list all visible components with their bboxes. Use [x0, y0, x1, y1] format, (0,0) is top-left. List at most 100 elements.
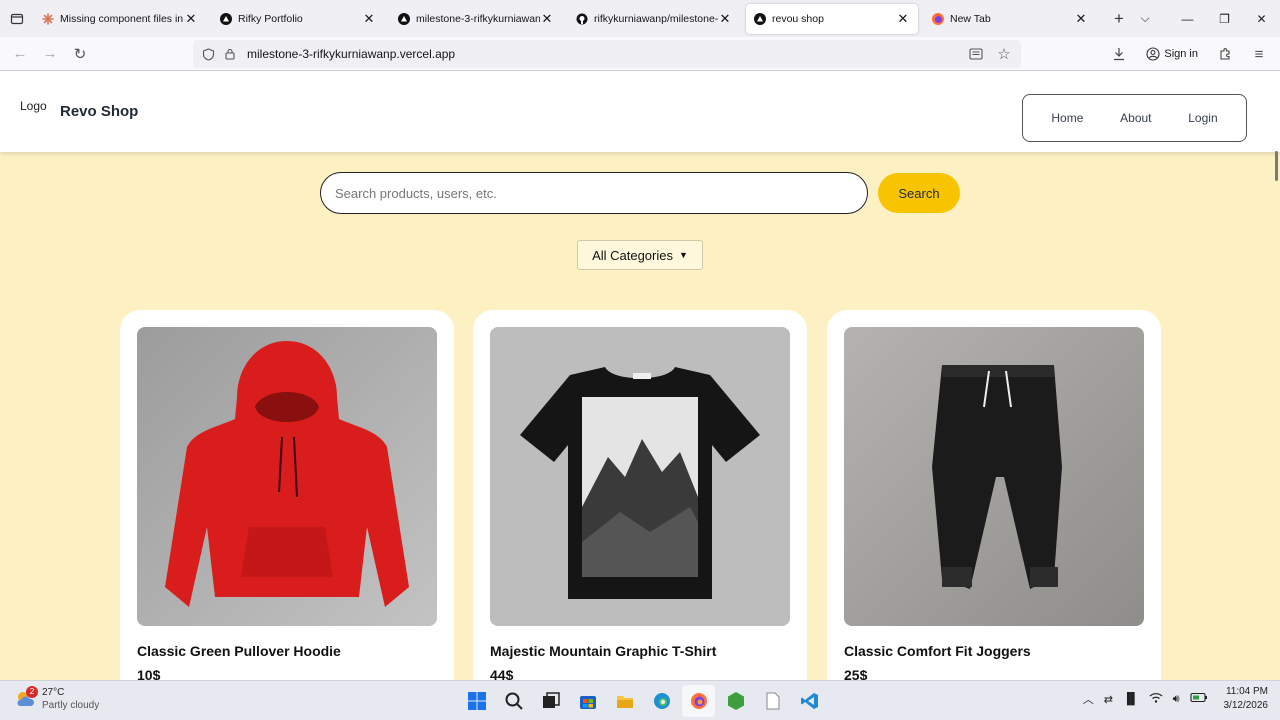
partly-cloudy-icon: 2	[14, 686, 38, 710]
new-tab-button[interactable]: +	[1106, 9, 1132, 29]
chevron-down-icon: ▼	[679, 250, 688, 260]
close-icon[interactable]: ✕	[896, 11, 910, 26]
product-title[interactable]: Majestic Mountain Graphic T-Shirt	[490, 643, 716, 659]
lock-icon[interactable]	[219, 43, 241, 65]
chevron-up-icon[interactable]: ︿	[1083, 691, 1094, 707]
product-title[interactable]: Classic Green Pullover Hoodie	[137, 643, 341, 659]
category-selected-label: All Categories	[592, 247, 673, 263]
close-window-icon[interactable]: ✕	[1243, 0, 1280, 37]
product-card[interactable]: Classic Green Pullover Hoodie 10$	[120, 310, 454, 680]
tab-title: Rifky Portfolio	[238, 12, 303, 25]
tab-3[interactable]: rifkykurniawanp/milestone-3 ✕	[568, 4, 740, 34]
close-icon[interactable]: ✕	[540, 11, 554, 26]
brand-name[interactable]: Revo Shop	[60, 103, 138, 120]
window-controls: — ❐ ✕	[1169, 0, 1280, 37]
tab-title: Missing component files in	[60, 12, 184, 25]
claude-asterisk-icon	[42, 12, 54, 25]
search-input[interactable]	[320, 172, 868, 214]
reader-view-icon[interactable]	[965, 43, 987, 65]
windows-start-icon[interactable]	[460, 685, 493, 717]
restore-icon[interactable]: ❐	[1206, 0, 1243, 37]
github-icon	[576, 13, 588, 25]
microsoft-store-icon[interactable]	[571, 685, 604, 717]
shield-icon[interactable]	[197, 43, 219, 65]
network-settings-icon[interactable]: ⇄	[1104, 693, 1113, 706]
tab-1[interactable]: Rifky Portfolio ✕	[212, 4, 384, 34]
tab-2[interactable]: milestone-3-rifkykurniawanp ✕	[390, 4, 562, 34]
product-card[interactable]: Classic Comfort Fit Joggers 25$	[827, 310, 1161, 680]
tab-title: New Tab	[950, 12, 991, 25]
search-bar: Search	[320, 172, 960, 214]
weather-widget[interactable]: 2 27°C Partly cloudy	[14, 686, 99, 712]
weather-badge: 2	[26, 686, 38, 698]
document-icon[interactable]	[756, 685, 789, 717]
tab-5[interactable]: New Tab ✕	[924, 4, 1096, 34]
sign-in-label: Sign in	[1164, 48, 1198, 60]
page-viewport: Logo Revo Shop Home About Login Search A…	[0, 71, 1280, 680]
product-card[interactable]: Majestic Mountain Graphic T-Shirt 44$	[473, 310, 807, 680]
audio-levels-icon[interactable]: ▐▌	[1123, 693, 1139, 705]
close-icon[interactable]: ✕	[718, 11, 732, 26]
category-select[interactable]: All Categories ▼	[577, 240, 703, 270]
forward-arrow-icon[interactable]: →	[35, 39, 65, 69]
product-image-red-hoodie[interactable]	[137, 327, 437, 626]
file-explorer-icon[interactable]	[608, 685, 641, 717]
bookmark-star-icon[interactable]: ☆	[993, 43, 1015, 65]
close-icon[interactable]: ✕	[1074, 11, 1088, 26]
product-price: 10$	[137, 667, 161, 680]
vercel-triangle-icon	[220, 12, 232, 25]
minimize-icon[interactable]: —	[1169, 0, 1206, 37]
address-bar[interactable]: milestone-3-rifkykurniawanp.vercel.app ☆	[193, 40, 1021, 68]
battery-icon[interactable]	[1189, 692, 1208, 706]
windows-taskbar: 2 27°C Partly cloudy ︿ ⇄ ▐▌ 🔊︎ 11:04 PM …	[0, 680, 1280, 720]
clock-date: 3/12/2026	[1223, 700, 1269, 711]
logo-placeholder[interactable]: Logo	[20, 99, 47, 113]
url-text[interactable]: milestone-3-rifkykurniawanp.vercel.app	[247, 47, 455, 61]
clock-time: 11:04 PM	[1225, 686, 1268, 697]
edge-icon[interactable]	[645, 685, 678, 717]
speaker-icon[interactable]: 🔊︎	[1173, 693, 1180, 706]
menu-hamburger-icon[interactable]: ≡	[1244, 39, 1274, 69]
tab-0[interactable]: Missing component files in ✕	[34, 4, 206, 34]
wifi-icon[interactable]	[1149, 692, 1163, 707]
tab-list-button[interactable]	[0, 0, 34, 37]
tab-title: revou shop	[772, 12, 824, 25]
task-view-icon[interactable]	[534, 685, 567, 717]
search-icon[interactable]	[497, 685, 530, 717]
weather-desc: Partly cloudy	[42, 700, 100, 711]
taskbar-apps	[460, 685, 826, 717]
search-button[interactable]: Search	[878, 173, 960, 213]
weather-temp: 27°C	[42, 687, 65, 698]
tab-list-icon	[10, 13, 24, 24]
sign-in-button[interactable]: Sign in	[1138, 40, 1206, 68]
back-arrow-icon[interactable]: ←	[5, 39, 35, 69]
product-image-black-mountain-tshirt[interactable]	[490, 327, 790, 626]
extensions-icon[interactable]	[1210, 39, 1240, 69]
product-image-black-joggers[interactable]	[844, 327, 1144, 626]
vercel-triangle-icon	[398, 12, 410, 25]
list-all-tabs-chevron-icon[interactable]: ⌵	[1132, 11, 1158, 26]
reload-icon[interactable]: ↻	[65, 39, 95, 69]
close-icon[interactable]: ✕	[362, 11, 376, 26]
tab-title: rifkykurniawanp/milestone-3	[594, 12, 718, 25]
product-price: 44$	[490, 667, 514, 680]
tab-4[interactable]: revou shop ✕	[746, 3, 918, 34]
green-hexagon-app-icon[interactable]	[719, 685, 752, 717]
vscode-icon[interactable]	[793, 685, 826, 717]
site-header: Logo Revo Shop Home About Login	[0, 71, 1280, 152]
firefox-icon[interactable]	[682, 685, 715, 717]
nav-login-link[interactable]: Login	[1188, 111, 1217, 125]
nav-home-link[interactable]: Home	[1051, 111, 1083, 125]
page-scrollbar[interactable]	[1275, 151, 1278, 181]
tab-title: milestone-3-rifkykurniawanp	[416, 12, 540, 25]
product-price: 25$	[844, 667, 868, 680]
browser-tab-bar: Missing component files in ✕ Rifky Portf…	[0, 0, 1280, 37]
nav-about-link[interactable]: About	[1120, 111, 1151, 125]
clock[interactable]: 11:04 PM 3/12/2026	[1224, 685, 1269, 713]
close-icon[interactable]: ✕	[184, 11, 198, 26]
download-icon[interactable]	[1104, 39, 1134, 69]
product-title[interactable]: Classic Comfort Fit Joggers	[844, 643, 1031, 659]
account-icon	[1146, 47, 1160, 61]
system-tray: ︿ ⇄ ▐▌ 🔊︎ 11:04 PM 3/12/2026	[1083, 685, 1268, 713]
browser-navigation-bar: ← → ↻ milestone-3-rifkykurniawanp.vercel…	[0, 37, 1280, 71]
